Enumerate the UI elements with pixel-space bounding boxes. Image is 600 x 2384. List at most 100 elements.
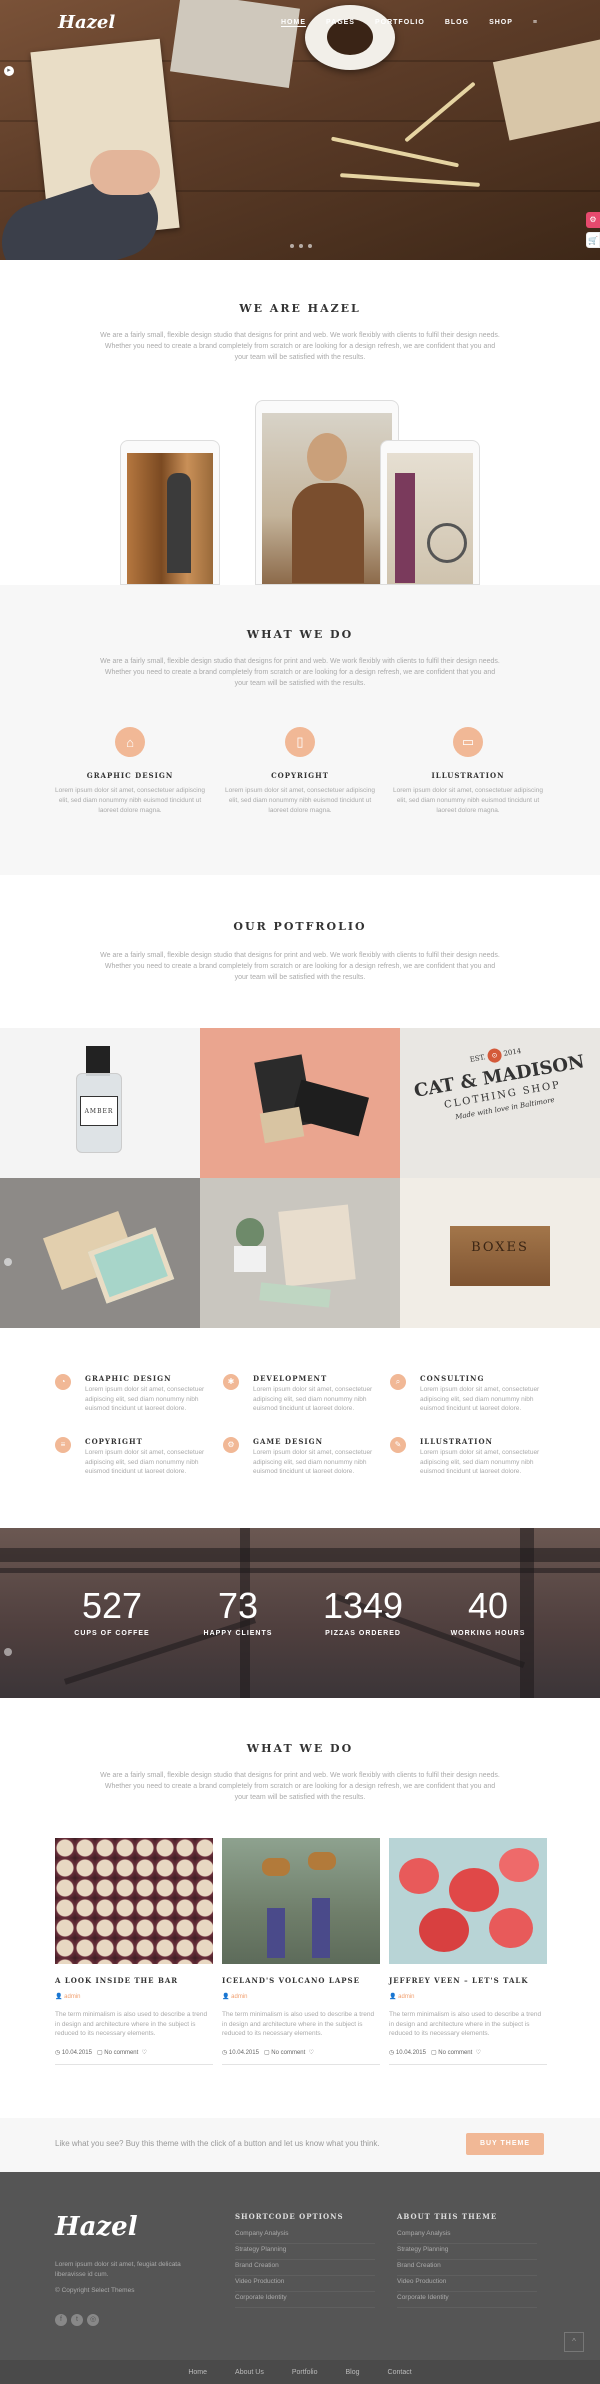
- menu-item-pages[interactable]: PAGES: [326, 19, 355, 27]
- portfolio-item-business-cards[interactable]: [200, 1028, 400, 1178]
- portfolio-item-clothing-shop[interactable]: EST. ⊙ 2014 CAT & MADISON CLOTHING SHOP …: [400, 1028, 600, 1178]
- menu-item-portfolio[interactable]: PORTFOLIO: [375, 19, 425, 27]
- sign-year: 2014: [502, 1046, 522, 1058]
- gamepad-icon: ⚙: [223, 1437, 239, 1453]
- bottom-nav-home[interactable]: Home: [188, 2369, 207, 2376]
- bridge-beam: [0, 1548, 600, 1562]
- footer-link[interactable]: Strategy Planning: [397, 2246, 537, 2260]
- back-to-top-icon[interactable]: ^: [564, 2332, 584, 2352]
- feature-text: Lorem ipsum dolor sit amet, consectetuer…: [85, 1386, 205, 1412]
- buy-theme-button[interactable]: BUY THEME: [466, 2133, 544, 2155]
- bottom-nav-blog[interactable]: Blog: [346, 2369, 360, 2376]
- post-image-shoes[interactable]: [222, 1838, 380, 1964]
- device-mockups: [115, 395, 485, 585]
- sign-est: EST.: [469, 1053, 487, 1064]
- feature-title: DEVELOPMENT: [253, 1374, 328, 1383]
- tablet-left: [120, 440, 220, 585]
- service-title: GRAPHIC DESIGN: [86, 771, 174, 780]
- slider-prev-icon[interactable]: ▸: [4, 66, 14, 76]
- menu-item-home[interactable]: HOME: [280, 19, 306, 27]
- feature-text: Lorem ipsum dolor sit amet, consectetuer…: [253, 1449, 373, 1475]
- counter-coffee: 527 CUPS OF COFFEE: [52, 1585, 172, 1638]
- post-image-lanterns[interactable]: [389, 1838, 547, 1964]
- counter-value: 73: [217, 1585, 259, 1626]
- tablet-center-screen: [262, 413, 392, 584]
- bottom-nav-contact[interactable]: Contact: [388, 2369, 412, 2376]
- footer-link[interactable]: Company Analysis: [397, 2230, 537, 2244]
- slider-dot[interactable]: [290, 244, 294, 248]
- hero-pencil: [340, 173, 480, 187]
- portfolio-item-wooden-crate[interactable]: BOXES: [400, 1178, 600, 1328]
- counter-label: CUPS OF COFFEE: [74, 1630, 150, 1637]
- feature-title: COPYRIGHT: [85, 1437, 143, 1446]
- footer-link[interactable]: Corporate Identity: [235, 2294, 375, 2308]
- portfolio-text: We are a fairly small, flexible design s…: [100, 952, 500, 981]
- cta-text: Like what you see? Buy this theme with t…: [55, 2139, 380, 2148]
- post-author[interactable]: 👤 admin: [389, 1993, 547, 2000]
- feature-title: ILLUSTRATION: [420, 1437, 493, 1446]
- tablet-right-screen: [387, 453, 473, 584]
- instagram-icon[interactable]: ◎: [87, 2314, 99, 2326]
- blog-title: WHAT WE DO: [246, 1742, 354, 1755]
- menu-item-blog[interactable]: BLOG: [445, 19, 469, 27]
- service-copyright: ▯ COPYRIGHT Lorem ipsum dolor sit amet, …: [220, 727, 380, 816]
- facebook-icon[interactable]: f: [55, 2314, 67, 2326]
- pen-icon: ✎: [390, 1437, 406, 1453]
- footer-link[interactable]: Video Production: [235, 2278, 375, 2292]
- footer-col2-list: Company Analysis Strategy Planning Brand…: [397, 2230, 537, 2310]
- logo[interactable]: Hazel: [58, 12, 115, 33]
- footer-copyright: © Copyright Select Themes: [55, 2287, 135, 2294]
- slider-dot[interactable]: [299, 244, 303, 248]
- bag-icon: ◔: [55, 1374, 71, 1390]
- post-title[interactable]: JEFFREY VEEN – LET'S TALK: [389, 1976, 547, 1985]
- footer-link[interactable]: Strategy Planning: [235, 2246, 375, 2260]
- post-excerpt: The term minimalism is also used to desc…: [55, 2011, 208, 2037]
- post-title[interactable]: A LOOK INSIDE THE BAR: [55, 1976, 213, 1985]
- counter-label: PIZZAS ORDERED: [325, 1630, 401, 1637]
- hero-envelope: [492, 39, 600, 141]
- briefcase-icon: ▭: [453, 727, 483, 757]
- bottom-nav-portfolio[interactable]: Portfolio: [292, 2369, 318, 2376]
- tablet-right: [380, 440, 480, 585]
- menu-icon[interactable]: ≡: [533, 19, 538, 27]
- portfolio-item-card-box[interactable]: [0, 1178, 200, 1328]
- footer-link[interactable]: Brand Creation: [397, 2262, 537, 2276]
- hero-pencil: [331, 136, 459, 168]
- counter-value: 527: [81, 1585, 143, 1626]
- footer-link[interactable]: Corporate Identity: [397, 2294, 537, 2308]
- menu-item-shop[interactable]: SHOP: [489, 19, 513, 27]
- footer-col1-list: Company Analysis Strategy Planning Brand…: [235, 2230, 375, 2310]
- portfolio-item-bottle[interactable]: AMBER: [0, 1028, 200, 1178]
- slider-dots: [290, 244, 312, 248]
- portfolio-item-cactus-frame[interactable]: [200, 1178, 400, 1328]
- post-author[interactable]: 👤 admin: [222, 1993, 380, 2000]
- post-image-corks[interactable]: [55, 1838, 213, 1964]
- bookmark-icon: ≡: [55, 1437, 71, 1453]
- twitter-icon[interactable]: t: [71, 2314, 83, 2326]
- search-icon: ⌕: [390, 1374, 406, 1390]
- counter-label: HAPPY CLIENTS: [203, 1630, 273, 1637]
- bottom-nav-about[interactable]: About Us: [235, 2369, 264, 2376]
- counter-hours: 40 WORKING HOURS: [428, 1588, 548, 1638]
- post-title[interactable]: ICELAND'S VOLCANO LAPSE: [222, 1976, 380, 1985]
- sign-badge: ⊙: [486, 1047, 503, 1064]
- feature-text: Lorem ipsum dolor sit amet, consectetuer…: [420, 1386, 540, 1412]
- call-to-action: Like what you see? Buy this theme with t…: [0, 2118, 600, 2172]
- services-title: WHAT WE DO: [246, 628, 354, 641]
- cart-tab-icon[interactable]: 🛒: [586, 232, 600, 248]
- post-author[interactable]: 👤 admin: [55, 1993, 213, 2000]
- settings-tab-icon[interactable]: ⚙: [586, 212, 600, 228]
- slider-dot[interactable]: [308, 244, 312, 248]
- post-meta: ◷ 10.04.2015 ▢ No comment ♡: [389, 2049, 547, 2065]
- footer-link[interactable]: Brand Creation: [235, 2262, 375, 2276]
- footer-logo[interactable]: Hazel: [55, 2212, 138, 2242]
- footer: Hazel Lorem ipsum dolor sit amet, feugia…: [0, 2172, 600, 2384]
- post-excerpt: The term minimalism is also used to desc…: [222, 2011, 375, 2037]
- footer-link[interactable]: Company Analysis: [235, 2230, 375, 2244]
- gear-icon: ✱: [223, 1374, 239, 1390]
- portfolio-title: OUR POTFROLIO: [233, 920, 367, 933]
- footer-link[interactable]: Video Production: [397, 2278, 537, 2292]
- post-meta: ◷ 10.04.2015 ▢ No comment ♡: [55, 2049, 213, 2065]
- hero-hand: [90, 150, 160, 195]
- feature-text: Lorem ipsum dolor sit amet, consectetuer…: [85, 1449, 205, 1475]
